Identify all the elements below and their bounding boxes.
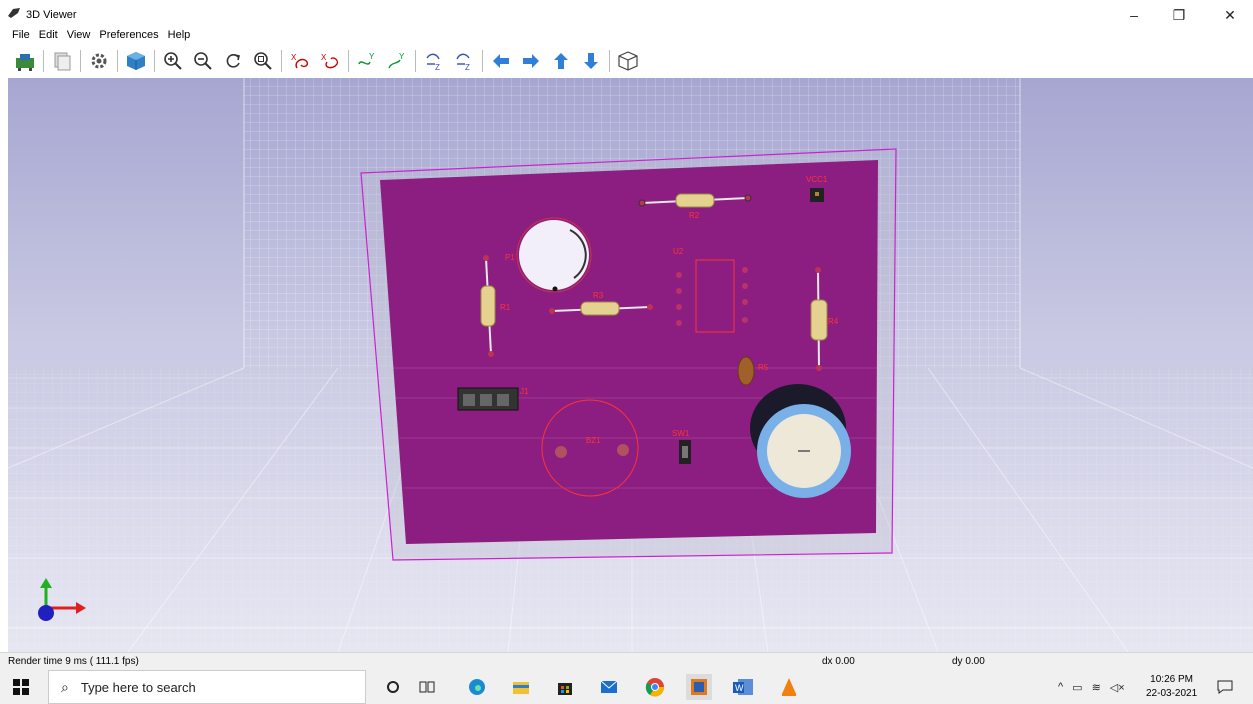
label-vcc1: VCC1 — [806, 175, 828, 184]
svg-text:X: X — [291, 53, 297, 62]
zoom-fit-icon[interactable] — [251, 49, 275, 73]
reload-board-icon[interactable] — [13, 49, 37, 73]
ortho-toggle-icon[interactable] — [616, 49, 640, 73]
clock[interactable]: 10:26 PM 22-03-2021 — [1146, 673, 1197, 701]
label-r4: R4 — [828, 317, 839, 326]
pan-right-icon[interactable] — [519, 49, 543, 73]
vlc-icon[interactable] — [776, 674, 802, 700]
copy-image-icon[interactable] — [50, 49, 74, 73]
wifi-icon[interactable]: ≋ — [1092, 681, 1101, 694]
toolbar-separator — [80, 50, 81, 72]
dx-readout: dx 0.00 — [822, 656, 855, 667]
label-j1: J1 — [520, 387, 529, 396]
label-u2: U2 — [673, 247, 684, 256]
svg-text:Z: Z — [465, 63, 470, 72]
rotate-x-ccw-icon[interactable]: X — [318, 49, 342, 73]
toolbar-separator — [154, 50, 155, 72]
3d-viewport[interactable]: R2 VCC1 P1 U2 R1 R3 R4 R5 J1 BZ1 SW1 — [8, 78, 1253, 652]
app-icon — [8, 8, 20, 18]
toolbar-separator — [415, 50, 416, 72]
store-icon[interactable] — [552, 674, 578, 700]
cortana-icon[interactable] — [380, 674, 406, 700]
toolbar-separator — [348, 50, 349, 72]
toolbar-separator — [281, 50, 282, 72]
menu-bar: File Edit View Preferences Help — [0, 26, 1253, 44]
redraw-icon[interactable] — [221, 49, 245, 73]
toolbar-separator — [609, 50, 610, 72]
label-r2: R2 — [689, 211, 700, 220]
task-view-icon[interactable] — [414, 674, 440, 700]
pan-left-icon[interactable] — [489, 49, 513, 73]
svg-text:Y: Y — [399, 52, 405, 61]
system-tray: ^ ▭ ≋ ◁× — [1058, 670, 1125, 704]
clock-date: 22-03-2021 — [1146, 688, 1198, 699]
windows-icon — [13, 679, 29, 695]
settings-icon[interactable] — [87, 49, 111, 73]
start-button[interactable] — [10, 676, 32, 698]
chevron-up-icon[interactable]: ^ — [1058, 681, 1063, 693]
rotate-y-ccw-icon[interactable]: Y — [385, 49, 409, 73]
svg-text:W: W — [735, 683, 744, 693]
kicad-icon[interactable] — [686, 674, 712, 700]
connector-j1: J1 — [457, 387, 529, 411]
word-icon[interactable]: W — [730, 674, 756, 700]
svg-text:Y: Y — [369, 52, 375, 61]
menu-edit[interactable]: Edit — [35, 29, 63, 41]
edge-icon[interactable] — [464, 674, 490, 700]
label-bz: BZ1 — [586, 436, 601, 445]
menu-preferences[interactable]: Preferences — [95, 29, 163, 41]
rotate-y-cw-icon[interactable]: Y — [355, 49, 379, 73]
dy-readout: dy 0.00 — [952, 656, 985, 667]
menu-view[interactable]: View — [63, 29, 96, 41]
label-r1: R1 — [500, 303, 511, 312]
battery-icon[interactable]: ▭ — [1072, 681, 1082, 694]
toolbar-separator — [482, 50, 483, 72]
3d-scene: R2 VCC1 P1 U2 R1 R3 R4 R5 J1 BZ1 SW1 — [8, 78, 1253, 652]
render-time: Render time 9 ms ( 111.1 fps) — [8, 656, 139, 667]
taskbar: ⌕ Type here to search W ^ ▭ ≋ ◁× 10:26 P… — [0, 670, 1253, 704]
menu-file[interactable]: File — [0, 29, 35, 41]
label-ldr: R5 — [758, 363, 769, 372]
rotate-z-ccw-icon[interactable]: Z — [452, 49, 476, 73]
zoom-in-icon[interactable] — [161, 49, 185, 73]
search-icon: ⌕ — [61, 678, 69, 695]
title-bar: 3D Viewer — [0, 0, 1253, 26]
zoom-out-icon[interactable] — [191, 49, 215, 73]
mail-icon[interactable] — [596, 674, 622, 700]
file-explorer-icon[interactable] — [508, 674, 534, 700]
svg-text:Z: Z — [435, 63, 440, 72]
search-placeholder: Type here to search — [80, 679, 196, 695]
label-r3: R3 — [593, 291, 604, 300]
status-bar: Render time 9 ms ( 111.1 fps) dx 0.00 dy… — [0, 652, 1253, 671]
volume-icon[interactable]: ◁× — [1110, 681, 1125, 694]
menu-help[interactable]: Help — [164, 29, 196, 41]
label-sw1: SW1 — [672, 429, 690, 438]
window-title: 3D Viewer — [26, 9, 77, 21]
toolbar: X X Y Y Z Z — [0, 44, 1253, 78]
notification-icon[interactable] — [1212, 674, 1238, 700]
rotate-z-cw-icon[interactable]: Z — [422, 49, 446, 73]
raytrace-icon[interactable] — [124, 49, 148, 73]
clock-time: 10:26 PM — [1150, 674, 1193, 685]
toolbar-separator — [43, 50, 44, 72]
svg-text:X: X — [321, 53, 327, 62]
chrome-icon[interactable] — [642, 674, 668, 700]
pan-down-icon[interactable] — [579, 49, 603, 73]
rotate-x-cw-icon[interactable]: X — [288, 49, 312, 73]
pan-up-icon[interactable] — [549, 49, 573, 73]
label-p1: P1 — [505, 253, 515, 262]
taskbar-search[interactable]: ⌕ Type here to search — [48, 670, 366, 704]
toolbar-separator — [117, 50, 118, 72]
